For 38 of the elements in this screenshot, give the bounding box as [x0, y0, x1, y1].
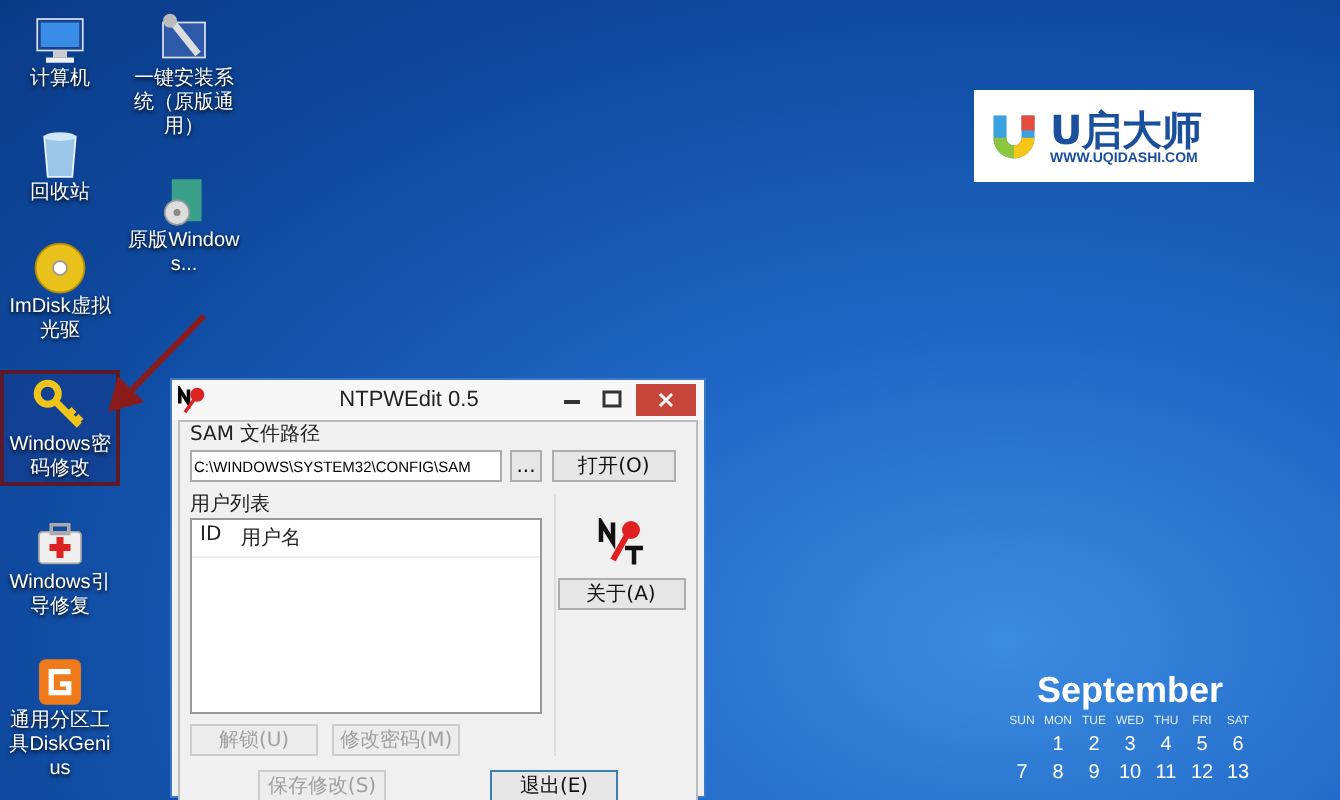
- browse-button[interactable]: ...: [510, 450, 542, 482]
- calendar-day: 6: [1220, 732, 1256, 760]
- calendar-day: 13: [1220, 760, 1256, 788]
- nt-key-logo: [597, 518, 645, 566]
- desktop-shortcut[interactable]: 回收站: [0, 118, 120, 210]
- sam-path-label: SAM 文件路径: [190, 424, 323, 448]
- calendar-month: September: [1034, 668, 1226, 712]
- desktop-shortcut[interactable]: 通用分区工具DiskGenius: [0, 646, 120, 786]
- desktop-shortcut[interactable]: Windows引导修复: [0, 508, 120, 624]
- desktop-shortcut[interactable]: 计算机: [0, 4, 120, 96]
- user-list[interactable]: ID 用户名: [190, 518, 542, 714]
- calendar-day: 10: [1112, 760, 1148, 788]
- column-header[interactable]: ID: [200, 524, 222, 552]
- close-button[interactable]: [636, 384, 696, 416]
- column-header[interactable]: 用户名: [241, 524, 302, 552]
- desktop-shortcut[interactable]: ImDisk虚拟光驱: [0, 232, 120, 348]
- calendar-day: 9: [1076, 760, 1112, 788]
- calendar-day: 3: [1112, 732, 1148, 760]
- desktop-shortcut[interactable]: 一键安装系统（原版通用）: [124, 4, 244, 144]
- calendar-day: 4: [1148, 732, 1184, 760]
- disc-icon: [32, 240, 88, 296]
- monitor-icon: [32, 12, 88, 68]
- window-title: NTPWEdit 0.5: [337, 388, 481, 412]
- calendar-day: 1: [1040, 732, 1076, 760]
- user-list-label: 用户列表: [190, 494, 272, 518]
- calendar-day: 5: [1184, 732, 1220, 760]
- logo-name: U启大师: [1050, 107, 1203, 151]
- desktop-shortcut[interactable]: Windows密码修改: [0, 370, 120, 486]
- dialog-button[interactable]: 退出(E): [490, 770, 618, 800]
- about-button[interactable]: 关于(A): [557, 578, 685, 610]
- calendar-day: 2: [1076, 732, 1112, 760]
- app-icon: [178, 386, 206, 414]
- calendar-day: 7: [1004, 760, 1040, 788]
- calendar-day: 8: [1040, 760, 1076, 788]
- calendar-day: 11: [1148, 760, 1184, 788]
- calendar-day: 12: [1184, 760, 1220, 788]
- desktop-shortcut[interactable]: 原版Windows...: [124, 166, 244, 282]
- open-button[interactable]: 打开(O): [552, 450, 676, 482]
